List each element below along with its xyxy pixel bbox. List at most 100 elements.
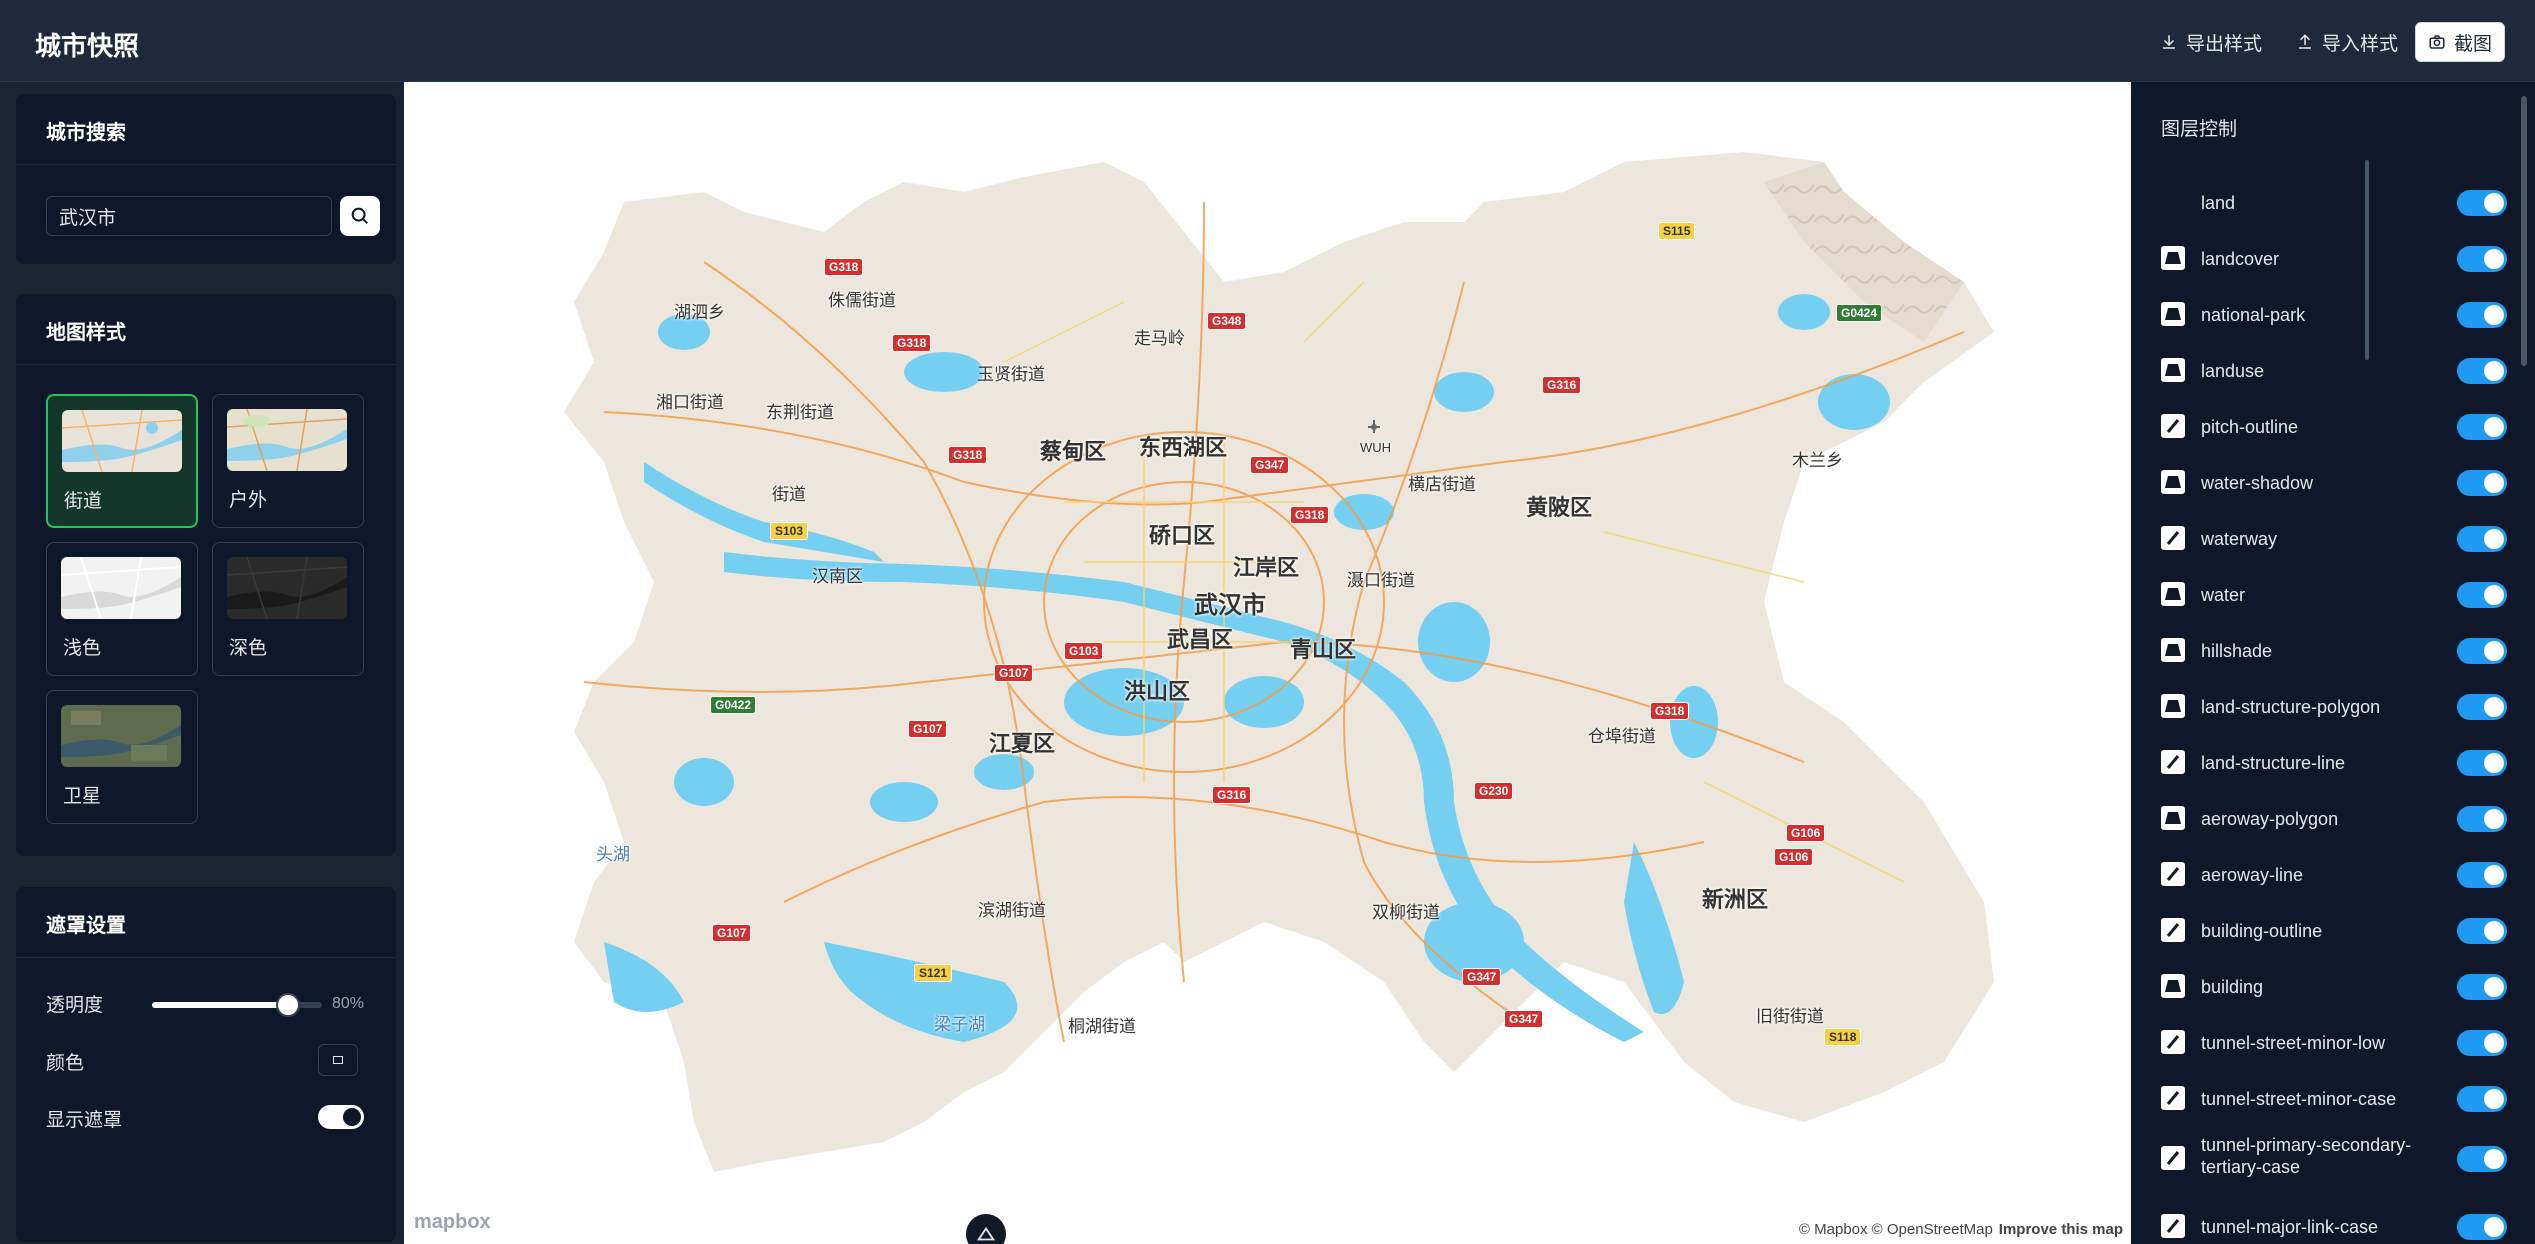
screenshot-label: 截图	[2454, 33, 2493, 55]
layer-item[interactable]: pitch-outline	[2161, 406, 2507, 446]
style-option-light[interactable]: 浅色	[46, 542, 198, 676]
road-shield: G103	[1064, 642, 1104, 660]
layer-item[interactable]: building-outline	[2161, 910, 2507, 950]
layer-item[interactable]: water-shadow	[2161, 462, 2507, 502]
screenshot-button[interactable]: 截图	[2415, 22, 2506, 62]
layer-control-panel: 图层控制 land landcover national-park landuse pi…	[2131, 82, 2535, 1244]
improve-map-link[interactable]: Improve this map	[1999, 1221, 2123, 1238]
layer-name: land	[2201, 193, 2236, 213]
opacity-slider-handle[interactable]	[276, 993, 300, 1017]
layer-item[interactable]: aeroway-polygon	[2161, 798, 2507, 838]
color-swatch-icon	[333, 1056, 343, 1064]
page-scrollbar-thumb[interactable]	[2521, 96, 2527, 366]
layer-visibility-toggle[interactable]	[2457, 246, 2507, 272]
road-shield: S115	[1658, 222, 1696, 240]
road-shield: G107	[712, 924, 752, 942]
street-label: 东荆街道	[766, 403, 834, 422]
layer-visibility-toggle[interactable]	[2457, 302, 2507, 328]
style-option-streets[interactable]: 街道	[46, 394, 198, 528]
mask-settings-card: 遮罩设置 透明度 80% 颜色 显示遮罩	[16, 887, 396, 1242]
app-header: 城市快照 导出样式 导入样式 截图	[0, 0, 2535, 82]
layer-line-icon	[2161, 526, 2185, 550]
road-shield: G316	[1212, 786, 1252, 804]
map-canvas[interactable]: 武汉市 蔡甸区 东西湖区 硚口区 江岸区 武昌区 青山区 洪山区 江夏区 黄陂区…	[404, 82, 2131, 1244]
import-style-button[interactable]: 导入样式	[2284, 22, 2410, 62]
style-option-label: 浅色	[63, 638, 102, 659]
export-style-button[interactable]: 导出样式	[2148, 22, 2274, 62]
layer-visibility-toggle[interactable]	[2457, 1030, 2507, 1056]
layer-visibility-toggle[interactable]	[2457, 1214, 2507, 1240]
layer-visibility-toggle[interactable]	[2457, 1086, 2507, 1112]
layer-line-icon	[2161, 918, 2185, 942]
layer-item[interactable]: tunnel-major-link-case	[2161, 1206, 2507, 1244]
style-option-satellite[interactable]: 卫星	[46, 690, 198, 824]
layer-fill-icon	[2161, 470, 2185, 494]
lake-label: 头湖	[596, 845, 630, 864]
layer-item[interactable]: hillshade	[2161, 630, 2507, 670]
district-label: 新洲区	[1702, 887, 1769, 912]
layer-item[interactable]: tunnel-primary-secondary-tertiary-case	[2161, 1135, 2507, 1178]
layer-item[interactable]: aeroway-line	[2161, 854, 2507, 894]
layer-item[interactable]: land-structure-line	[2161, 742, 2507, 782]
layer-visibility-toggle[interactable]	[2457, 414, 2507, 440]
mask-settings-title: 遮罩设置	[46, 915, 126, 937]
style-option-outdoors[interactable]: 户外	[212, 394, 364, 528]
layer-visibility-toggle[interactable]	[2457, 918, 2507, 944]
layer-visibility-toggle[interactable]	[2457, 190, 2507, 216]
layer-item[interactable]: tunnel-street-minor-low	[2161, 1022, 2507, 1062]
layer-visibility-toggle[interactable]	[2457, 470, 2507, 496]
district-label: 江岸区	[1233, 555, 1300, 580]
layer-fill-icon	[2161, 302, 2185, 326]
layer-visibility-toggle[interactable]	[2457, 526, 2507, 552]
search-button[interactable]	[340, 196, 380, 236]
layer-item[interactable]: tunnel-street-minor-case	[2161, 1078, 2507, 1118]
layer-item[interactable]: building	[2161, 966, 2507, 1006]
layer-name: landcover	[2201, 249, 2280, 269]
layer-name: aeroway-line	[2201, 865, 2304, 885]
layer-line-icon	[2161, 1030, 2185, 1054]
mapbox-logo[interactable]: mapbox	[414, 1211, 491, 1234]
street-label: 玉贤街道	[977, 365, 1045, 384]
layer-item[interactable]: water	[2161, 574, 2507, 614]
city-search-card: 城市搜索	[16, 94, 396, 264]
layer-visibility-toggle[interactable]	[2457, 862, 2507, 888]
opacity-value: 80%	[332, 995, 365, 1012]
layer-visibility-toggle[interactable]	[2457, 1146, 2507, 1172]
road-shield: G318	[824, 258, 864, 276]
layer-visibility-toggle[interactable]	[2457, 974, 2507, 1000]
layer-fill-icon	[2161, 358, 2185, 382]
layer-fill-icon	[2161, 638, 2185, 662]
color-label: 颜色	[46, 1053, 85, 1074]
divider	[16, 364, 396, 365]
layer-item[interactable]: landcover	[2161, 238, 2507, 278]
layer-visibility-toggle[interactable]	[2457, 750, 2507, 776]
layer-list-scrollbar[interactable]	[2365, 160, 2369, 360]
city-search-input[interactable]	[46, 196, 332, 236]
layer-item[interactable]: national-park	[2161, 294, 2507, 334]
mask-color-picker[interactable]	[318, 1044, 358, 1076]
layer-item[interactable]: waterway	[2161, 518, 2507, 558]
layer-name: land-structure-polygon	[2201, 697, 2381, 717]
light-thumbnail	[61, 557, 181, 619]
road-shield: S121	[914, 964, 953, 982]
district-label: 江夏区	[989, 731, 1056, 756]
show-mask-toggle[interactable]	[318, 1105, 364, 1129]
layer-visibility-toggle[interactable]	[2457, 582, 2507, 608]
layer-item[interactable]: land	[2161, 182, 2507, 222]
layer-name: aeroway-polygon	[2201, 809, 2339, 829]
upload-icon	[2299, 34, 2311, 49]
road-shield: G107	[994, 664, 1034, 682]
layer-visibility-toggle[interactable]	[2457, 806, 2507, 832]
opacity-slider[interactable]	[152, 993, 322, 1017]
style-option-dark[interactable]: 深色	[212, 542, 364, 676]
layer-visibility-toggle[interactable]	[2457, 638, 2507, 664]
layer-visibility-toggle[interactable]	[2457, 694, 2507, 720]
layer-name: tunnel-major-link-case	[2201, 1217, 2379, 1237]
layer-item[interactable]: landuse	[2161, 350, 2507, 390]
layer-visibility-toggle[interactable]	[2457, 358, 2507, 384]
page-scrollbar[interactable]	[2521, 88, 2529, 1238]
layer-item[interactable]: land-structure-polygon	[2161, 686, 2507, 726]
layer-fill-icon	[2161, 582, 2185, 606]
road-shield: G318	[948, 446, 988, 464]
city-label: 武汉市	[1194, 592, 1266, 619]
